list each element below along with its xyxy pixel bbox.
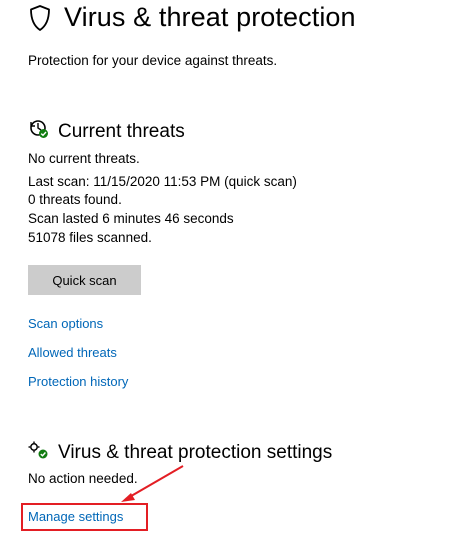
files-scanned-text: 51078 files scanned. — [28, 230, 152, 245]
settings-section-header: Virus & threat protection settings — [28, 440, 332, 465]
protection-history-link[interactable]: Protection history — [28, 374, 128, 389]
page-subtitle: Protection for your device against threa… — [28, 53, 278, 68]
quick-scan-button[interactable]: Quick scan — [28, 265, 141, 295]
threats-found-text: 0 threats found. — [28, 192, 122, 207]
page-title: Virus & threat protection — [64, 2, 356, 32]
current-threats-header: Current threats — [28, 118, 185, 145]
page-header: Virus & threat protection — [28, 2, 356, 33]
shield-icon — [28, 4, 52, 32]
settings-gears-icon — [28, 440, 50, 465]
scan-duration-text: Scan lasted 6 minutes 46 seconds — [28, 211, 234, 226]
settings-section-heading: Virus & threat protection settings — [58, 441, 333, 463]
settings-status-text: No action needed. — [28, 471, 138, 486]
current-threats-heading: Current threats — [58, 120, 185, 142]
annotation-highlight-box — [21, 503, 148, 531]
threat-status-text: No current threats. — [28, 151, 140, 166]
scan-options-link[interactable]: Scan options — [28, 316, 103, 331]
allowed-threats-link[interactable]: Allowed threats — [28, 345, 117, 360]
last-scan-text: Last scan: 11/15/2020 11:53 PM (quick sc… — [28, 174, 297, 189]
virus-threat-protection-page: Virus & threat protection Protection for… — [0, 0, 474, 540]
threat-scan-icon — [28, 118, 50, 145]
